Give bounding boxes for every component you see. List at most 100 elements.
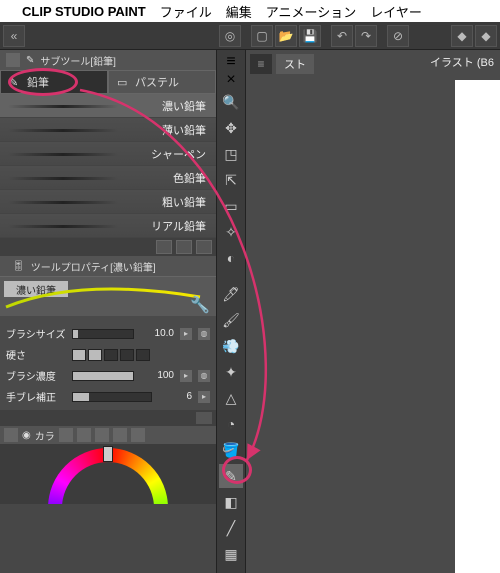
color-interm-icon[interactable]: [113, 428, 127, 442]
color-wheel-icon: ◉: [22, 430, 31, 441]
undo-icon[interactable]: ↶: [331, 25, 353, 47]
preview-stroke: [0, 277, 210, 317]
panel-menu-icon[interactable]: ≡: [250, 54, 272, 74]
wrench-icon[interactable]: 🔧: [190, 295, 210, 315]
tool-select-auto-icon[interactable]: ✧: [219, 220, 243, 244]
tool-fill-icon[interactable]: 🪣: [219, 438, 243, 462]
prop-hardness: 硬さ: [6, 347, 210, 362]
brush-item[interactable]: 薄い鉛筆: [0, 118, 216, 142]
tool-magnifier-icon[interactable]: 🔍: [219, 90, 243, 114]
wrench-small-icon[interactable]: [196, 412, 212, 424]
stepper-icon[interactable]: ▸: [180, 328, 192, 340]
color-approx-icon[interactable]: [95, 428, 109, 442]
brush-stroke-preview: [8, 177, 118, 180]
tab-label: 鉛筆: [27, 74, 49, 90]
link-icon[interactable]: ◍: [198, 328, 210, 340]
tool-airbrush-icon[interactable]: 💨: [219, 334, 243, 358]
color-header: ◉ カラ: [0, 426, 216, 444]
save-icon[interactable]: 💾: [299, 25, 321, 47]
clipstudio-icon[interactable]: ◎: [219, 25, 241, 47]
tool-operation-icon[interactable]: ◳: [219, 142, 243, 166]
subtool-delete-icon[interactable]: [196, 240, 212, 254]
toolbar-misc-icon[interactable]: ◆: [451, 25, 473, 47]
canvas-tab[interactable]: スト: [276, 54, 314, 74]
redo-icon[interactable]: ↷: [355, 25, 377, 47]
brush-item[interactable]: 濃い鉛筆: [0, 94, 216, 118]
brush-item[interactable]: リアル鉛筆: [0, 214, 216, 238]
link-icon[interactable]: ◍: [198, 370, 210, 382]
menu-edit[interactable]: 編集: [226, 2, 252, 21]
main-area: ✎ サブツール[鉛筆] ✎ 鉛筆 ▭ パステル 濃い鉛筆 薄い鉛筆 シャーペン …: [0, 50, 500, 573]
tool-decoration-icon[interactable]: ✦: [219, 360, 243, 384]
label: ブラシサイズ: [6, 326, 66, 341]
panel-menu-icon[interactable]: ≡: [219, 54, 243, 70]
tool-blend-icon[interactable]: ◔: [219, 412, 243, 436]
stepper-icon[interactable]: ▸: [198, 391, 210, 403]
menubar: CLIP STUDIO PAINT ファイル 編集 アニメーション レイヤー: [0, 0, 500, 22]
new-file-icon[interactable]: ▢: [251, 25, 273, 47]
tab-pencil[interactable]: ✎ 鉛筆: [0, 70, 108, 94]
collapse-panel-icon[interactable]: «: [3, 25, 25, 47]
tab-pastel[interactable]: ▭ パステル: [108, 70, 216, 94]
tool-property-footer: [0, 410, 216, 426]
brush-item[interactable]: シャーペン: [0, 142, 216, 166]
menu-animation[interactable]: アニメーション: [266, 2, 356, 21]
pastel-tab-icon: ▭: [117, 76, 129, 88]
color-handle[interactable]: [103, 446, 113, 462]
delete-icon[interactable]: ⊘: [387, 25, 409, 47]
prop-brush-size: ブラシサイズ 10.0 ▸ ◍: [6, 326, 210, 341]
color-set-icon[interactable]: [59, 428, 73, 442]
density-slider[interactable]: [72, 371, 134, 381]
tool-property-body: ブラシサイズ 10.0 ▸ ◍ 硬さ ブラシ濃度 100 ▸ ◍ 手ブレ補正: [0, 316, 216, 426]
vertical-tool-strip: ≡ × 🔍 ✥ ◳ ⇱ ▭ ✧ ◐ 🖊 🖌 💨 ✦ △ ◔ 🪣 ✎ ◧ ╱ ▦: [216, 50, 246, 573]
tool-property-header: 🎚 ツールプロパティ[濃い鉛筆]: [0, 256, 216, 276]
brush-size-slider[interactable]: [72, 329, 134, 339]
pencil-icon: ✎: [26, 55, 34, 66]
brush-stroke-preview: [8, 153, 118, 156]
document-title: イラスト (B6: [430, 54, 494, 70]
brush-stroke-preview: [8, 129, 118, 132]
color-slider-icon[interactable]: [77, 428, 91, 442]
tool-pen-icon[interactable]: 🖊: [219, 282, 243, 306]
tool-brush-icon[interactable]: 🖌: [219, 308, 243, 332]
subtool-new-icon[interactable]: [176, 240, 192, 254]
color-label: カラ: [35, 428, 55, 443]
panel-menu-icon[interactable]: [6, 53, 20, 67]
menu-layer[interactable]: レイヤー: [370, 2, 422, 21]
hardness-blocks[interactable]: [72, 349, 150, 361]
panel-menu-icon[interactable]: [4, 428, 18, 442]
prop-density: ブラシ濃度 100 ▸ ◍: [6, 368, 210, 383]
subtool-title: サブツール[鉛筆]: [40, 53, 116, 68]
brush-list-footer: [0, 238, 216, 256]
color-wheel[interactable]: [48, 448, 168, 504]
close-icon[interactable]: ×: [219, 72, 243, 88]
tool-property-preview: 濃い鉛筆 🔧: [0, 276, 216, 316]
tool-figure-icon[interactable]: ╱: [219, 516, 243, 540]
stepper-icon[interactable]: ▸: [180, 370, 192, 382]
left-panel: ✎ サブツール[鉛筆] ✎ 鉛筆 ▭ パステル 濃い鉛筆 薄い鉛筆 シャーペン …: [0, 50, 216, 573]
tool-move-icon[interactable]: ✥: [219, 116, 243, 140]
subtool-tabs: ✎ 鉛筆 ▭ パステル: [0, 70, 216, 94]
value: 10.0: [140, 328, 174, 339]
open-file-icon[interactable]: 📂: [275, 25, 297, 47]
brush-item[interactable]: 色鉛筆: [0, 166, 216, 190]
tab-label: パステル: [135, 74, 179, 90]
tool-eyedropper-icon[interactable]: ◐: [219, 246, 243, 270]
value: 6: [158, 391, 192, 402]
canvas[interactable]: [455, 80, 500, 573]
menu-file[interactable]: ファイル: [160, 2, 212, 21]
brush-item[interactable]: 粗い鉛筆: [0, 190, 216, 214]
tool-layermove-icon[interactable]: ⇱: [219, 168, 243, 192]
subtool-settings-icon[interactable]: [156, 240, 172, 254]
tool-frame-icon[interactable]: ▦: [219, 542, 243, 566]
brush-stroke-preview: [8, 225, 118, 228]
color-history-icon[interactable]: [131, 428, 145, 442]
color-wheel-panel: [0, 444, 216, 504]
tool-pencil-icon[interactable]: ✎: [219, 464, 243, 488]
brush-stroke-preview: [8, 105, 118, 108]
tool-select-rect-icon[interactable]: ▭: [219, 194, 243, 218]
stabilize-slider[interactable]: [72, 392, 152, 402]
tool-gradient-icon[interactable]: ◧: [219, 490, 243, 514]
tool-eraser-icon[interactable]: △: [219, 386, 243, 410]
toolbar-misc2-icon[interactable]: ◆: [475, 25, 497, 47]
